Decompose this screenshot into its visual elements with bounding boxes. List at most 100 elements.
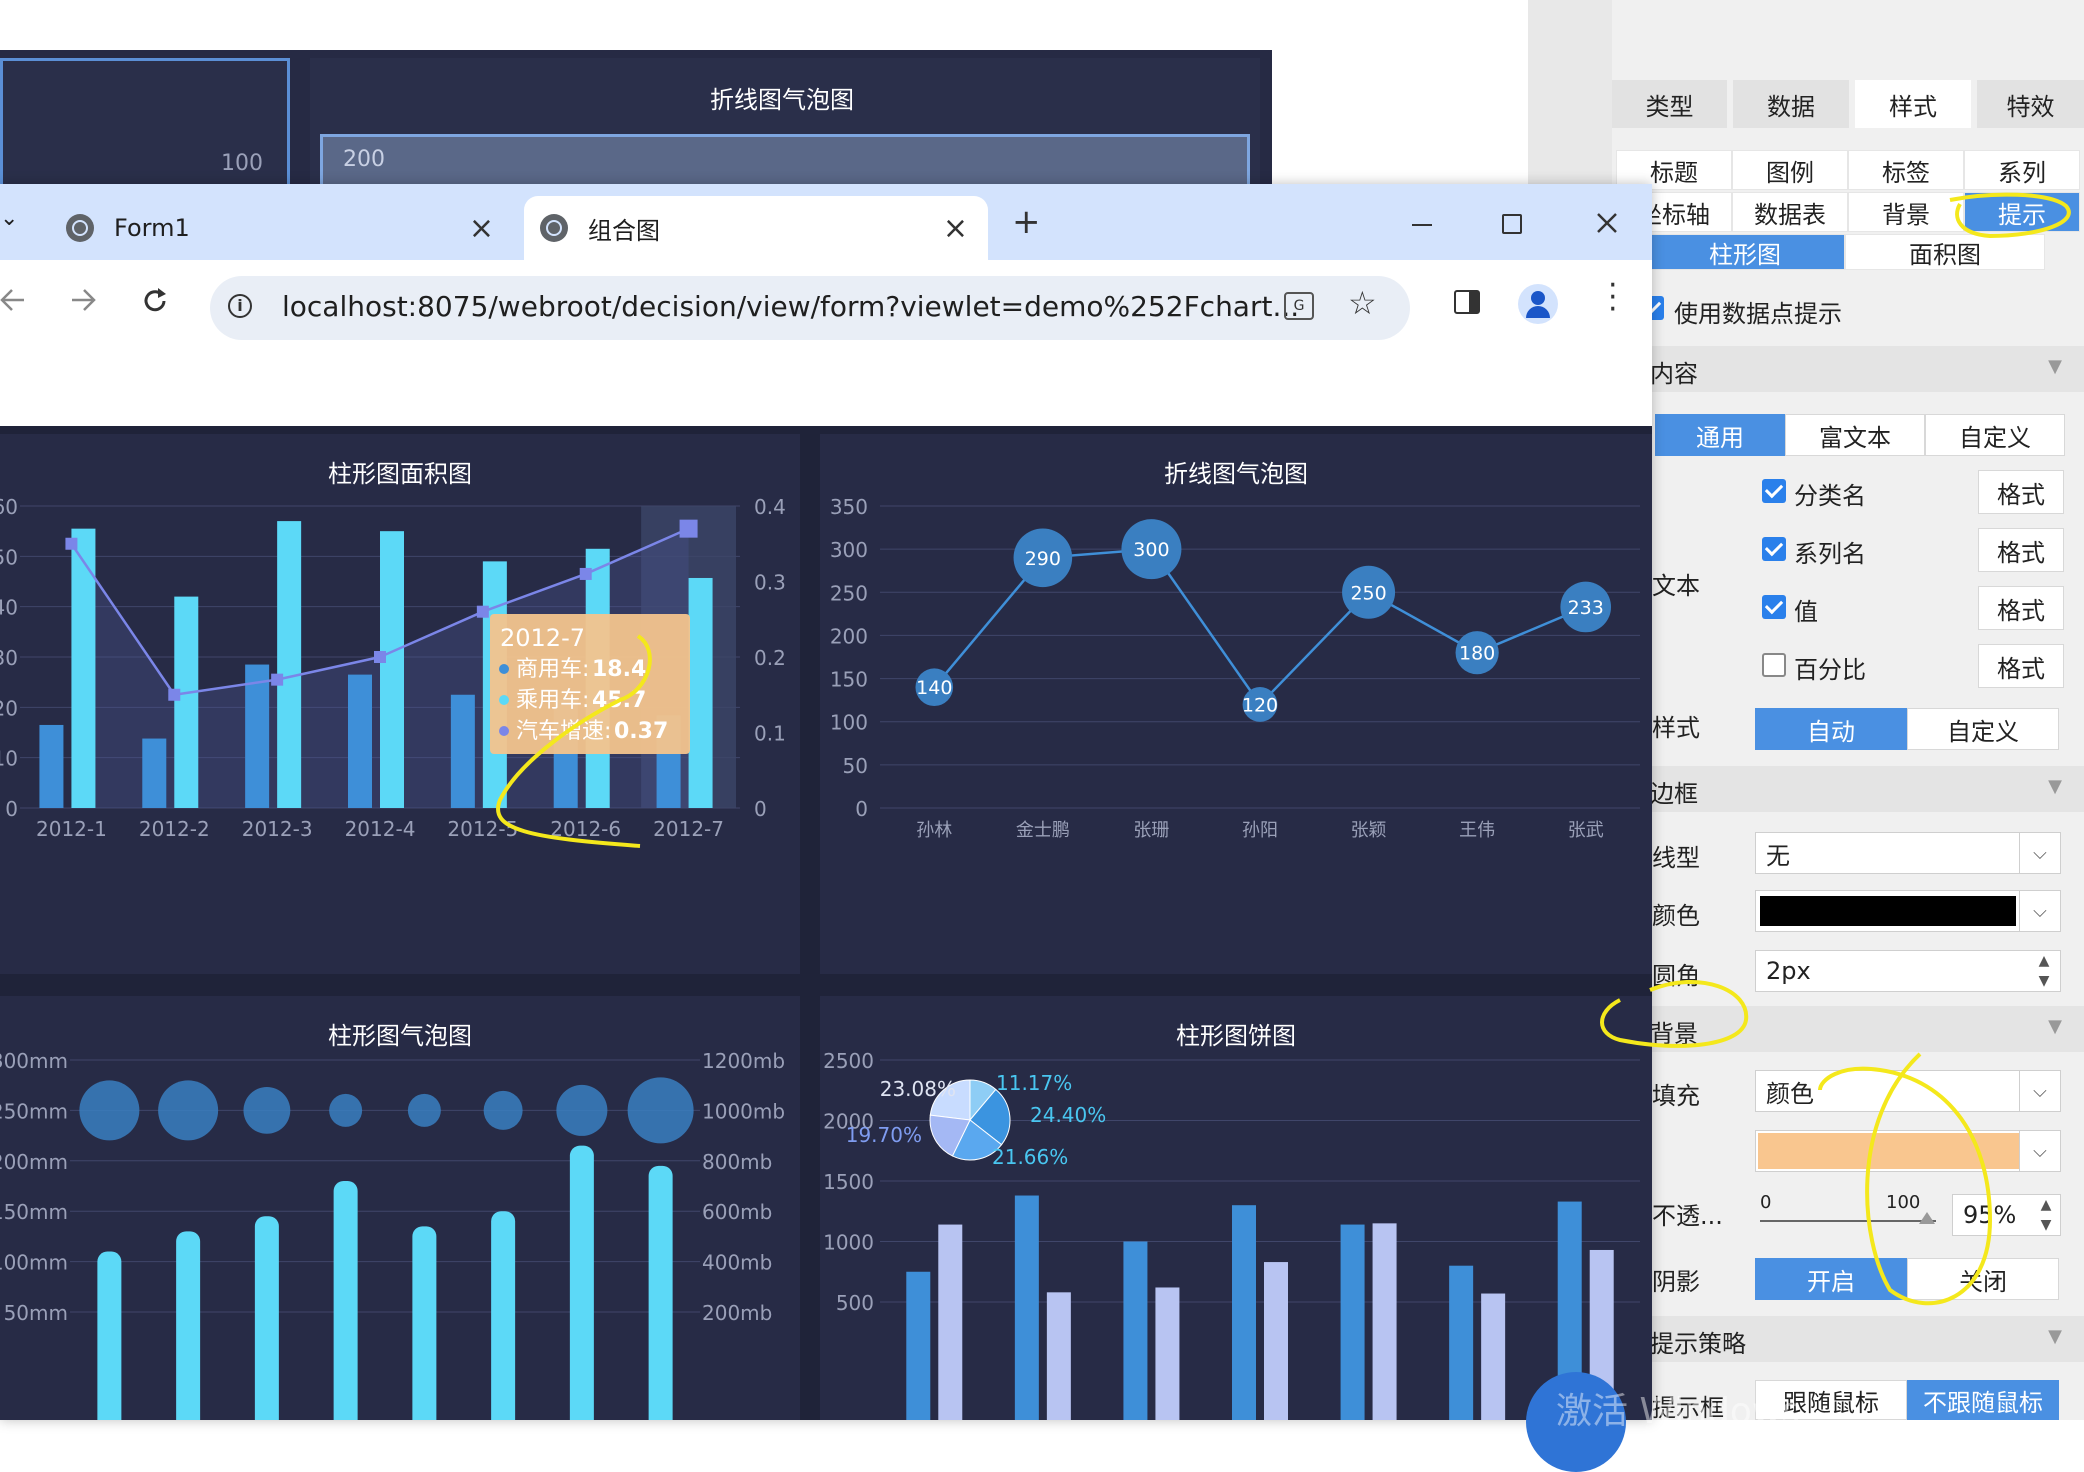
checkbox-series-name[interactable] <box>1762 537 1786 561</box>
bar-series-2 <box>1372 1223 1397 1420</box>
close-icon[interactable]: × <box>469 211 494 246</box>
opacity-slider-thumb[interactable] <box>1919 1212 1936 1224</box>
tab-search-icon[interactable]: ⌄ <box>0 206 18 231</box>
address-bar[interactable]: i localhost:8075/webroot/decision/view/f… <box>210 276 1410 340</box>
opacity-slider-track[interactable] <box>1760 1220 1936 1222</box>
subtab-datatable[interactable]: 数据表 <box>1732 192 1848 232</box>
content-section-header[interactable]: 内容 ▼ <box>1650 346 2084 392</box>
profile-avatar[interactable] <box>1518 284 1558 324</box>
checkbox-percent[interactable] <box>1762 653 1786 677</box>
style-auto-button[interactable]: 自动 <box>1755 708 1907 750</box>
chart-tab-area[interactable]: 面积图 <box>1845 234 2045 270</box>
y-tick-label: 1000 <box>823 1231 874 1255</box>
minimize-icon[interactable] <box>1412 224 1432 226</box>
y-tick-label: 150 <box>830 668 868 692</box>
url-text[interactable]: localhost:8075/webroot/decision/view/for… <box>282 290 1299 323</box>
format-button[interactable]: 格式 <box>1978 470 2064 514</box>
info-icon[interactable]: i <box>228 294 252 318</box>
radius-value: 2px <box>1766 957 1811 985</box>
background-section-header[interactable]: 背景 ▼ <box>1650 1006 2084 1052</box>
x-tick-label: 孙林 <box>916 820 952 841</box>
content-tab-custom[interactable]: 自定义 <box>1925 414 2065 456</box>
line-point <box>65 537 78 550</box>
subtab-tooltip[interactable]: 提示 <box>1964 192 2080 232</box>
line-type-value: 无 <box>1766 841 1790 870</box>
format-button[interactable]: 格式 <box>1978 528 2064 572</box>
fill-color-select[interactable]: ⌵ <box>1755 1130 2061 1172</box>
chart-panel-line-bubble[interactable]: 折线图气泡图 0 50 100 150 200 250 300 350 140 孙林 290 金士鹏 3… <box>820 434 1652 974</box>
globe-icon <box>540 214 568 242</box>
more-menu-icon[interactable]: · · · <box>1608 271 1618 325</box>
bar <box>569 1145 594 1420</box>
star-icon[interactable]: ☆ <box>1348 284 1377 322</box>
stepper-icon[interactable]: ▲ ▼ <box>2034 1195 2058 1235</box>
tab-style[interactable]: 样式 <box>1855 80 1971 128</box>
y-right-tick-label: 800mb <box>702 1150 772 1174</box>
tab-title: 组合图 <box>588 216 660 245</box>
avatar-body <box>1526 306 1550 318</box>
chart-panel-bar-pie[interactable]: 柱形图饼图 500 1000 1500 2000 2500 23.08% 11.17% 24.… <box>820 996 1652 1420</box>
not-follow-mouse-button[interactable]: 不跟随鼠标 <box>1907 1380 2059 1420</box>
checkbox-value[interactable] <box>1762 595 1786 619</box>
bar-passenger <box>380 531 404 808</box>
content-tab-richtext[interactable]: 富文本 <box>1785 414 1925 456</box>
forward-icon[interactable] <box>68 286 96 314</box>
y-tick-label: 150mm <box>0 1200 68 1224</box>
content-tab-general[interactable]: 通用 <box>1655 414 1785 456</box>
opacity-input[interactable]: 95% ▲ ▼ <box>1952 1194 2061 1236</box>
subtab-label[interactable]: 标签 <box>1848 150 1964 190</box>
bar-series-1 <box>1340 1224 1365 1420</box>
subtab-legend[interactable]: 图例 <box>1732 150 1848 190</box>
tooltip-title: 2012-7 <box>500 624 585 652</box>
chart-panel-bar-area[interactable]: 柱形图面积图 010203040506000.10.20.30.42012-12… <box>0 434 800 974</box>
tab-type[interactable]: 类型 <box>1612 80 1727 128</box>
tooltip-value: 45.7 <box>592 688 646 713</box>
chart-panel-bar-bubble[interactable]: 柱形图气泡图 50mm200mb100mm400mb150mm600mb200m… <box>0 996 800 1420</box>
reload-icon[interactable] <box>140 286 170 316</box>
stepper-icon[interactable]: ▲ ▼ <box>2030 951 2058 991</box>
new-tab-button[interactable]: + <box>1012 202 1041 242</box>
format-button[interactable]: 格式 <box>1978 644 2064 688</box>
tab-strip: ⌄ Form1 × 组合图 × + <box>0 184 1652 260</box>
format-button[interactable]: 格式 <box>1978 586 2064 630</box>
radius-input[interactable]: 2px ▲ ▼ <box>1755 950 2061 992</box>
bubble <box>627 1077 694 1144</box>
background-section-title: 背景 <box>1650 1020 1698 1048</box>
y-right-tick-label: 0.2 <box>754 646 786 670</box>
chart-tab-bar[interactable]: 柱形图 <box>1645 234 1845 270</box>
subtab-background[interactable]: 背景 <box>1848 192 1964 232</box>
x-tick-label: 2012-5 <box>447 817 518 841</box>
y-tick-label: 60 <box>0 495 18 519</box>
x-tick-label: 2012-1 <box>36 817 107 841</box>
close-icon[interactable]: × <box>943 211 968 246</box>
subtab-series[interactable]: 系列 <box>1964 150 2080 190</box>
style-custom-button[interactable]: 自定义 <box>1907 708 2059 750</box>
x-tick-label: 张珊 <box>1133 820 1169 841</box>
style-label: 样式 <box>1652 714 1700 742</box>
translate-icon[interactable]: G <box>1284 292 1314 320</box>
border-section-header[interactable]: 边框 ▼ <box>1650 766 2084 812</box>
side-panel-icon[interactable] <box>1454 290 1480 314</box>
bar <box>491 1211 516 1420</box>
background-dashboard: 100 折线图气泡图 200 <box>0 50 1272 190</box>
tab-effects[interactable]: 特效 <box>1977 80 2084 128</box>
tab-data[interactable]: 数据 <box>1733 80 1849 128</box>
checkbox-category-name[interactable] <box>1762 479 1786 503</box>
shadow-off-button[interactable]: 关闭 <box>1907 1258 2059 1300</box>
browser-tab-combo[interactable]: 组合图 × <box>524 196 988 260</box>
line-type-select[interactable]: 无 ⌵ <box>1755 832 2061 874</box>
border-color-select[interactable]: ⌵ <box>1755 890 2061 932</box>
chevron-down-icon: ▼ <box>2048 356 2062 377</box>
bar-commercial <box>39 724 64 808</box>
bar-series-1 <box>1232 1205 1256 1420</box>
y-right-tick-label: 0.1 <box>754 722 786 746</box>
browser-tab-form1[interactable]: Form1 × <box>44 196 514 260</box>
checkbox-percent-label: 百分比 <box>1794 656 1866 684</box>
strategy-section-header[interactable]: 提示策略 ▼ <box>1650 1316 2084 1362</box>
bg-panel-title: 折线图气泡图 <box>710 86 854 114</box>
fill-type-select[interactable]: 颜色 ⌵ <box>1755 1070 2061 1112</box>
close-window-icon[interactable] <box>1596 212 1618 234</box>
back-icon[interactable] <box>0 286 28 314</box>
shadow-on-button[interactable]: 开启 <box>1755 1258 1907 1300</box>
maximize-icon[interactable] <box>1502 214 1522 234</box>
